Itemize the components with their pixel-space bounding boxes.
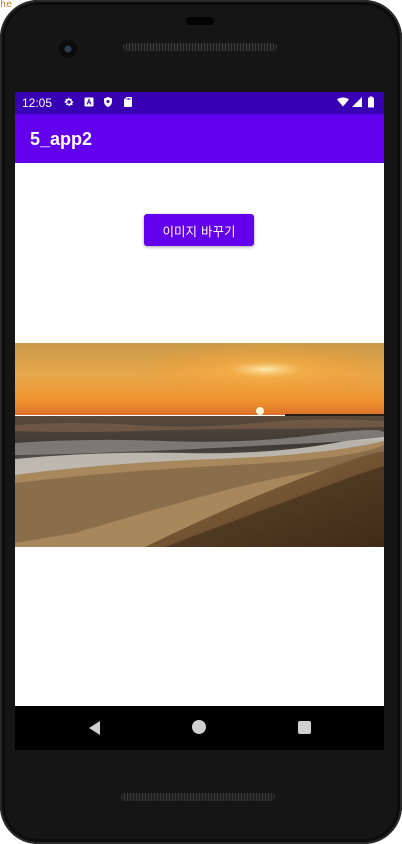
status-time: 12:05 bbox=[22, 96, 53, 110]
status-bar: 12:05 bbox=[15, 92, 384, 114]
shield-icon bbox=[104, 97, 112, 107]
app-title: 5_app2 bbox=[30, 129, 93, 149]
settings-gear-icon bbox=[64, 97, 74, 107]
frame-edge-text: he bbox=[0, 0, 13, 10]
cellular-signal-icon bbox=[352, 97, 362, 107]
beach-sunset-image bbox=[15, 343, 384, 547]
recents-icon[interactable] bbox=[298, 721, 311, 734]
app-screen: 12:05 5_app2 이미지 바꾸기 bbox=[15, 92, 384, 706]
app-bar: 5_app2 bbox=[15, 114, 384, 163]
change-image-button[interactable]: 이미지 바꾸기 bbox=[144, 214, 254, 246]
a-letter-icon bbox=[84, 97, 94, 107]
battery-icon bbox=[368, 96, 374, 108]
earpiece-speaker bbox=[123, 43, 277, 51]
navigation-bar bbox=[15, 706, 384, 750]
phone-frame: he 12:05 5_app2 이미지 바꾸기 bbox=[0, 0, 402, 844]
wifi-icon bbox=[337, 97, 349, 107]
sd-card-icon bbox=[124, 97, 132, 107]
home-icon[interactable] bbox=[192, 720, 206, 734]
proximity-sensor bbox=[186, 17, 214, 25]
bottom-speaker bbox=[121, 793, 275, 801]
front-camera bbox=[59, 40, 77, 58]
back-icon[interactable] bbox=[89, 721, 100, 735]
